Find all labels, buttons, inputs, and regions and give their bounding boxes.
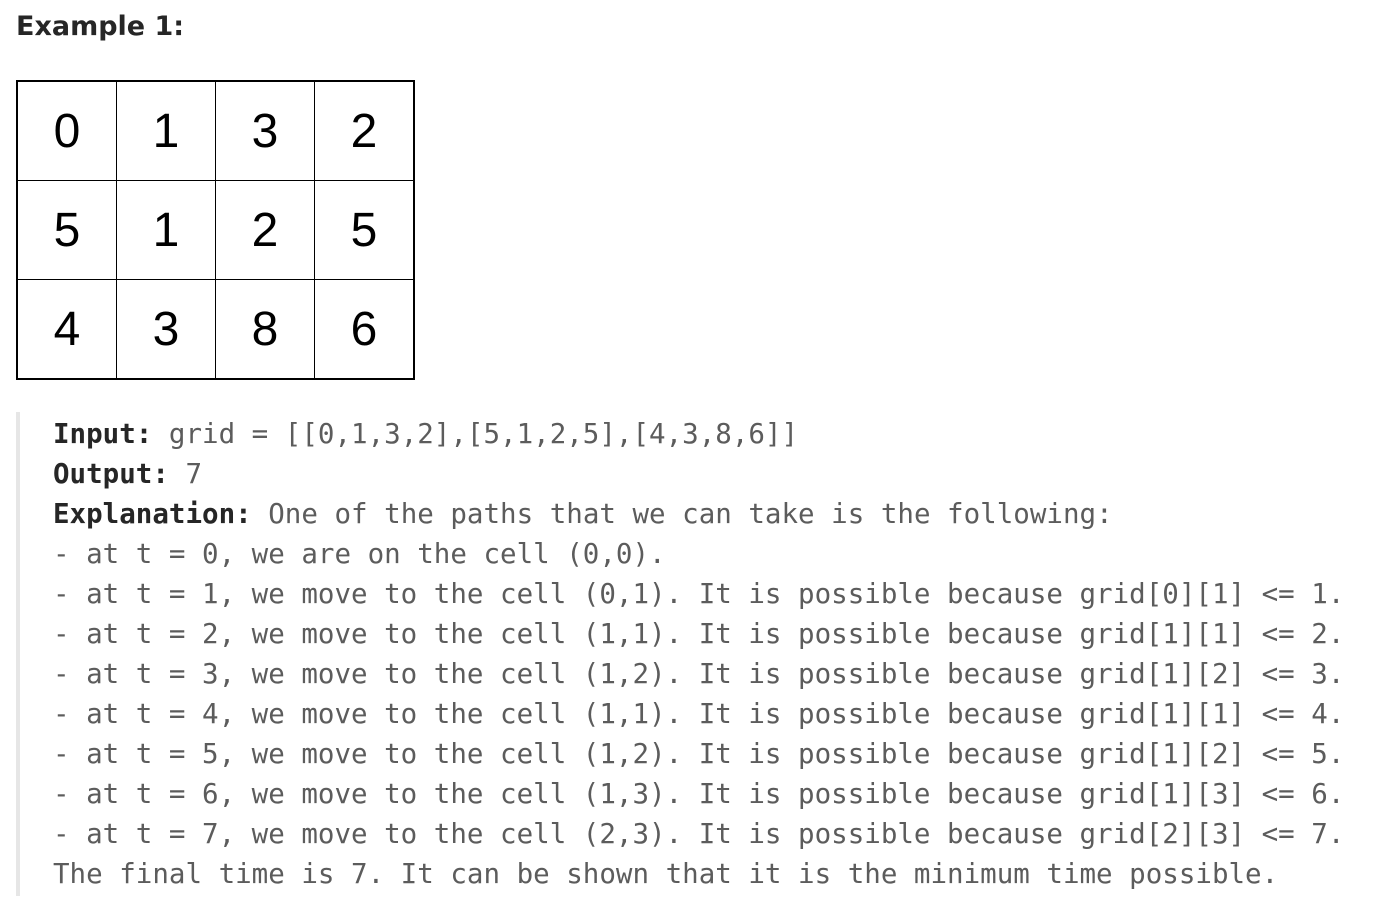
example-title: Example 1:	[16, 11, 185, 42]
grid-cell: 3	[116, 279, 216, 380]
explanation-step: - at t = 6, we move to the cell (1,3). I…	[53, 778, 1345, 810]
grid-cell: 6	[314, 279, 415, 380]
output-line: Output: 7	[53, 454, 1386, 494]
output-value: 7	[168, 458, 203, 490]
grid-cell: 5	[16, 180, 117, 280]
output-label: Output:	[53, 458, 169, 490]
grid-cell: 8	[215, 279, 315, 380]
grid-figure: 0 1 3 2 5 1 2 5 4 3 8 6	[16, 80, 415, 380]
example-io-block: Input: grid = [[0,1,3,2],[5,1,2,5],[4,3,…	[16, 412, 1386, 896]
grid-row: 0 1 3 2	[16, 80, 415, 181]
grid-cell: 2	[314, 80, 415, 181]
grid-cell: 0	[16, 80, 117, 181]
input-value: grid = [[0,1,3,2],[5,1,2,5],[4,3,8,6]]	[152, 418, 799, 450]
explanation-step: - at t = 0, we are on the cell (0,0).	[53, 538, 666, 570]
explanation-step: - at t = 2, we move to the cell (1,1). I…	[53, 618, 1345, 650]
explanation-step: - at t = 4, we move to the cell (1,1). I…	[53, 698, 1345, 730]
explanation-step: - at t = 7, we move to the cell (2,3). I…	[53, 818, 1345, 850]
explanation-conclusion: The final time is 7. It can be shown tha…	[53, 858, 1279, 890]
explanation-step: - at t = 1, we move to the cell (0,1). I…	[53, 578, 1345, 610]
explanation-value: One of the paths that we can take is the…	[251, 498, 1113, 530]
grid-row: 4 3 8 6	[16, 279, 415, 380]
grid-cell: 1	[116, 180, 216, 280]
explanation-step: - at t = 5, we move to the cell (1,2). I…	[53, 738, 1345, 770]
grid-row: 5 1 2 5	[16, 180, 415, 280]
explanation-label: Explanation:	[53, 498, 252, 530]
grid-cell: 5	[314, 180, 415, 280]
grid-cell: 3	[215, 80, 315, 181]
explanation-line: Explanation: One of the paths that we ca…	[53, 494, 1386, 534]
grid-cell: 1	[116, 80, 216, 181]
input-label: Input:	[53, 418, 153, 450]
input-line: Input: grid = [[0,1,3,2],[5,1,2,5],[4,3,…	[53, 414, 1386, 454]
explanation-step: - at t = 3, we move to the cell (1,2). I…	[53, 658, 1345, 690]
grid-cell: 4	[16, 279, 117, 380]
grid-cell: 2	[215, 180, 315, 280]
